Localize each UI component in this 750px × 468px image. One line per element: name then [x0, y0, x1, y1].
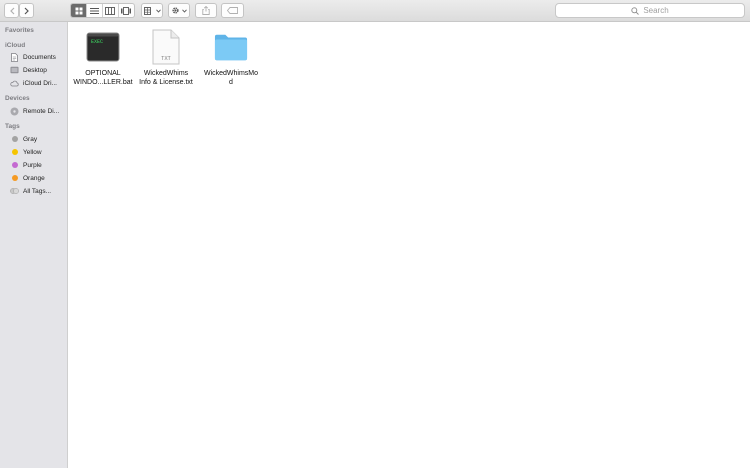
text-file-icon-text: TXT	[161, 56, 170, 62]
file-label-line1: WickedWhims	[143, 70, 189, 77]
column-view-button[interactable]	[103, 4, 119, 17]
disc-icon	[10, 107, 19, 116]
purple-tag-icon	[11, 162, 18, 168]
folder-icon	[214, 30, 248, 64]
sidebar-item-label: Desktop	[23, 66, 47, 74]
tag-dot-yellow	[10, 148, 19, 157]
sidebar-item-label: Gray	[23, 135, 38, 143]
sidebar-item-label: Purple	[23, 161, 42, 169]
sidebar-item-documents[interactable]: Documents	[10, 52, 56, 62]
file-optional-bat[interactable]: EXEC OPTIONAL WINDO...LLER.bat	[68, 30, 138, 87]
toolbar: Search	[0, 0, 750, 22]
section-icloud: iCloud	[5, 42, 26, 49]
columns-icon	[105, 6, 116, 15]
file-label: WickedWhimsMo d	[196, 69, 266, 87]
text-file-icon: TXT	[149, 29, 183, 65]
sidebar-item-remote-disc[interactable]: Remote Di...	[10, 106, 59, 116]
all-tags-icon	[10, 187, 19, 196]
tag-dot-purple	[10, 161, 19, 170]
icon-view-button[interactable]	[71, 4, 88, 17]
tag-dot-orange	[10, 174, 19, 183]
sidebar-tag-purple[interactable]: Purple	[10, 160, 42, 170]
sidebar-item-label: Orange	[23, 174, 45, 182]
sidebar-item-label: Documents	[23, 53, 56, 61]
group-by-button[interactable]	[141, 3, 163, 18]
file-label: OPTIONAL WINDO...LLER.bat	[68, 69, 138, 87]
desktop-icon	[10, 66, 19, 75]
file-wickedwhims-txt[interactable]: TXT WickedWhims Info & License.txt	[131, 29, 201, 87]
sidebar-item-label: Remote Di...	[23, 107, 60, 115]
view-mode-control	[70, 3, 135, 18]
forward-button[interactable]	[19, 3, 34, 18]
back-button[interactable]	[4, 3, 19, 18]
sidebar-item-label: All Tags...	[23, 187, 52, 195]
search-placeholder: Search	[643, 6, 669, 15]
list-view-button[interactable]	[87, 4, 103, 17]
sidebar-tag-yellow[interactable]: Yellow	[10, 147, 42, 157]
sidebar-item-label: Yellow	[23, 148, 42, 156]
section-devices: Devices	[5, 95, 30, 102]
sidebar-tag-all[interactable]: All Tags...	[10, 186, 51, 196]
sidebar-item-icloud-drive[interactable]: iCloud Dri...	[10, 78, 57, 88]
chevron-down-icon	[182, 8, 187, 13]
file-label-line2: Info & License.txt	[139, 79, 193, 86]
grid-icon	[75, 7, 83, 14]
yellow-tag-icon	[11, 149, 18, 155]
chevron-left-icon	[9, 7, 14, 14]
tag-dot-gray	[10, 135, 19, 144]
folder-wickedwhimsmod[interactable]: WickedWhimsMo d	[196, 30, 266, 87]
share-icon	[202, 6, 210, 15]
section-tags: Tags	[5, 123, 20, 130]
terminal-icon: EXEC	[86, 30, 120, 64]
terminal-icon-text: EXEC	[91, 39, 103, 45]
list-icon	[90, 7, 100, 14]
group-grid-icon	[143, 6, 151, 15]
search-field[interactable]: Search	[555, 3, 745, 18]
gallery-view-button[interactable]	[119, 4, 134, 17]
sidebar-item-desktop[interactable]: Desktop	[10, 65, 47, 75]
gear-icon	[172, 7, 179, 14]
sidebar-tag-orange[interactable]: Orange	[10, 173, 45, 183]
file-label-line1: OPTIONAL	[85, 70, 121, 77]
tag-icon	[227, 7, 238, 14]
document-icon	[10, 52, 19, 62]
section-favorites: Favorites	[5, 27, 34, 34]
sidebar: Favorites iCloud Documents Desktop iClou…	[0, 22, 68, 468]
action-button[interactable]	[168, 3, 190, 18]
file-label-line1: WickedWhimsMo	[203, 70, 259, 77]
tag-button[interactable]	[221, 3, 244, 18]
chevron-right-icon	[24, 7, 29, 14]
file-label-line2: WINDO...LLER.bat	[73, 79, 133, 86]
file-browser: EXEC OPTIONAL WINDO...LLER.bat TXT Wicke…	[68, 22, 750, 468]
file-label-line2: d	[229, 79, 233, 86]
gray-tag-icon	[11, 136, 18, 142]
sidebar-tag-gray[interactable]: Gray	[10, 134, 37, 144]
chevron-down-icon	[155, 8, 161, 13]
search-icon	[631, 6, 640, 15]
orange-tag-icon	[11, 175, 18, 181]
share-button[interactable]	[195, 3, 217, 18]
cloud-icon	[10, 79, 19, 88]
gallery-icon	[121, 6, 132, 15]
sidebar-item-label: iCloud Dri...	[23, 79, 57, 87]
file-label: WickedWhims Info & License.txt	[131, 69, 201, 87]
